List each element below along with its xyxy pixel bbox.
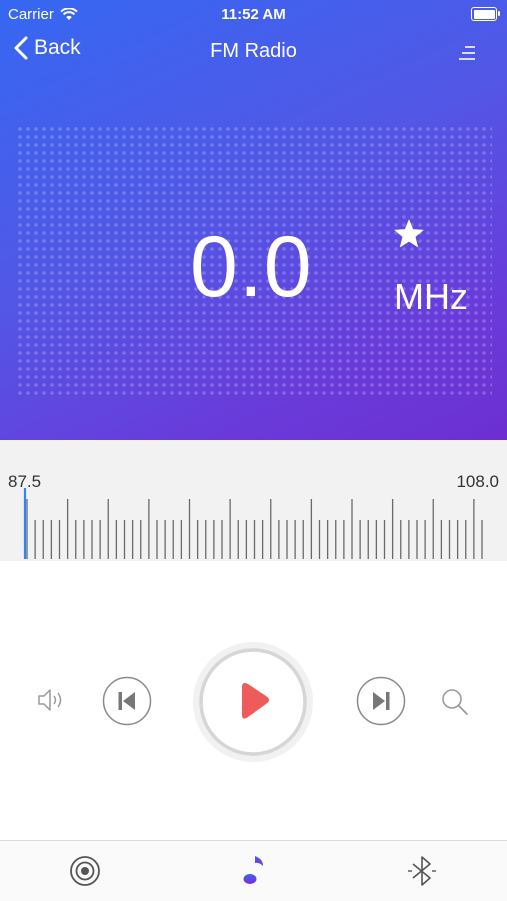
tuner-panel: Carrier 11:52 AM Back FM Radio 0.0 MHz [0,0,507,440]
speaker-icon[interactable] [36,687,68,713]
status-bar: Carrier 11:52 AM [0,0,507,28]
status-time: 11:52 AM [221,6,286,23]
frequency-unit: MHz [394,276,468,317]
bluetooth-icon[interactable] [404,853,440,889]
favorite-star-icon[interactable] [392,217,426,251]
page-title: FM Radio [210,40,297,62]
dial-ticks [23,488,483,559]
skip-next-button[interactable] [356,676,406,726]
play-button[interactable] [192,641,314,763]
search-icon[interactable] [440,687,470,717]
frequency-dial[interactable]: 87.5 108.0 [0,440,507,561]
target-icon[interactable] [67,853,103,889]
playback-controls [0,561,507,840]
frequency-display: 0.0 [190,219,313,315]
skip-previous-button[interactable] [102,676,152,726]
menu-icon[interactable] [455,42,479,64]
tab-bar [0,840,507,901]
nav-bar: Back FM Radio [0,34,507,74]
battery-icon [471,7,500,21]
music-note-icon[interactable] [236,853,272,889]
